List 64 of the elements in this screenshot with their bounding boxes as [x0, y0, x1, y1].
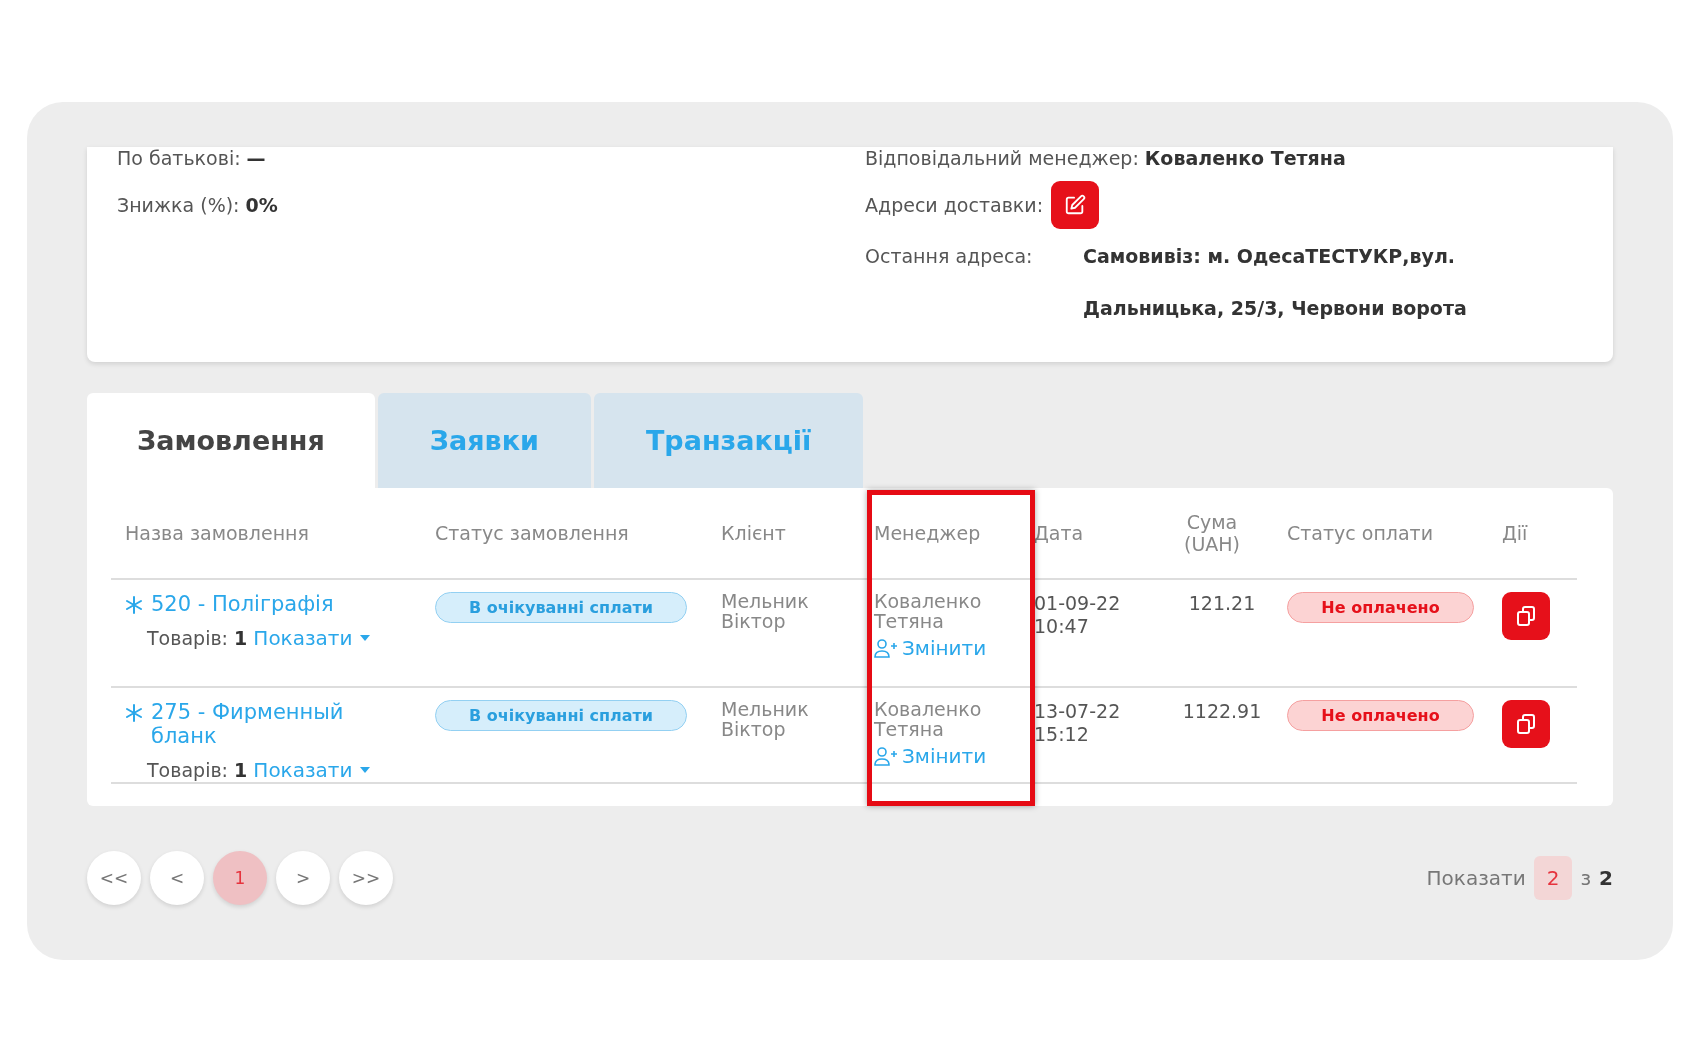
- add-user-icon: [874, 637, 898, 658]
- order-link[interactable]: 520 - Поліграфія: [151, 592, 371, 616]
- per-page-field[interactable]: 2: [1533, 856, 1573, 900]
- status-badge: В очікуванні сплати: [435, 700, 687, 731]
- order-sum: 121.21: [1187, 592, 1257, 616]
- show-link[interactable]: Показати: [253, 758, 371, 782]
- total-count: 2: [1599, 866, 1613, 890]
- discount-value: 0%: [245, 194, 278, 216]
- last-address-label: Остання адреса:: [865, 245, 1034, 267]
- column-header: Дата: [1034, 522, 1085, 544]
- order-date: 01-09-22 10:47: [1034, 592, 1122, 639]
- tab[interactable]: Заявки: [377, 393, 591, 488]
- last-address-line: Дальницька, 25/3, Червони ворота: [1083, 297, 1467, 319]
- column-header: Клієнт: [721, 522, 787, 544]
- copy-icon: [1514, 604, 1538, 628]
- order-link[interactable]: 275 - Фирменный бланк: [151, 700, 371, 748]
- add-user-icon: [874, 745, 898, 766]
- change-link[interactable]: Змінити: [874, 635, 987, 660]
- products-count: 1: [234, 759, 248, 781]
- addresses-label: Адреси доставки:: [865, 194, 1044, 216]
- column-header: Дії: [1502, 522, 1529, 544]
- products-count: 1: [234, 627, 248, 649]
- payment-status-badge: Не оплачено: [1287, 700, 1474, 731]
- copy-icon: [1514, 712, 1538, 736]
- page-button[interactable]: <: [150, 851, 204, 905]
- payment-status-badge: Не оплачено: [1287, 592, 1474, 623]
- products-label: Товарів:: [147, 759, 228, 781]
- manager-name: Коваленко Тетяна: [874, 700, 983, 740]
- show-link[interactable]: Показати: [253, 626, 371, 650]
- column-header: Сума (UAH): [1183, 511, 1241, 555]
- products-label: Товарів:: [147, 627, 228, 649]
- column-header: Статус оплати: [1287, 522, 1435, 544]
- client-name: Мельник Віктор: [721, 592, 810, 634]
- order-sum: 1122.91: [1181, 700, 1263, 724]
- patronymic-value: —: [246, 147, 266, 169]
- change-link[interactable]: Змінити: [874, 743, 987, 768]
- edit-icon: [1064, 194, 1087, 216]
- last-address-line: Самовивіз: м. ОдесаТЕСТУКР,вул.: [1083, 245, 1456, 267]
- of-label: з: [1580, 866, 1592, 890]
- column-header: Назва замовлення: [125, 522, 310, 544]
- page-button[interactable]: 1: [213, 851, 267, 905]
- column-header: Статус замовлення: [435, 522, 630, 544]
- status-badge: В очікуванні сплати: [435, 592, 687, 623]
- manager-value: Коваленко Тетяна: [1144, 147, 1346, 169]
- tab[interactable]: Транзакції: [593, 393, 864, 488]
- page-button[interactable]: >>: [339, 851, 393, 905]
- asterisk-icon: [125, 704, 143, 722]
- tab[interactable]: Замовлення: [87, 393, 375, 488]
- manager-name: Коваленко Тетяна: [874, 592, 983, 632]
- manager-label: Відповідальний менеджер:: [865, 147, 1139, 169]
- show-label: Показати: [1426, 866, 1526, 890]
- client-name: Мельник Віктор: [721, 700, 810, 742]
- copy-button[interactable]: [1502, 700, 1550, 748]
- order-date: 13-07-22 15:12: [1034, 700, 1122, 747]
- caret-icon: [358, 766, 371, 774]
- page-button[interactable]: >: [276, 851, 330, 905]
- column-header: Менеджер: [874, 522, 982, 544]
- caret-icon: [358, 634, 371, 642]
- discount-label: Знижка (%):: [117, 194, 240, 216]
- asterisk-icon: [125, 596, 143, 614]
- patronymic-label: По батькові:: [117, 147, 241, 169]
- copy-button[interactable]: [1502, 592, 1550, 640]
- page-button[interactable]: <<: [87, 851, 141, 905]
- edit-button[interactable]: [1051, 181, 1100, 229]
